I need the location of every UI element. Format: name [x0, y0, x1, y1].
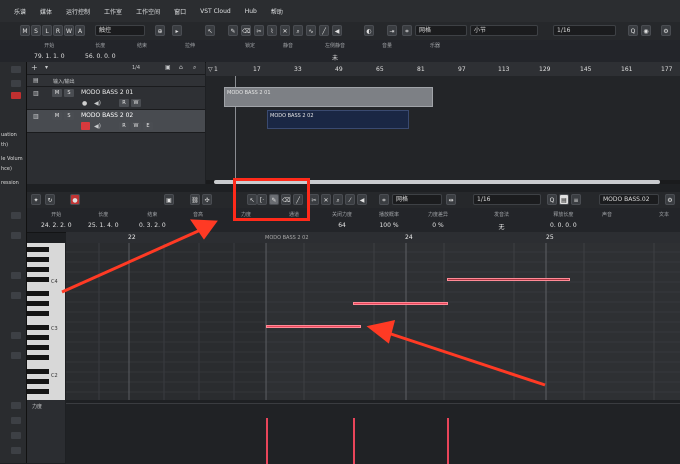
- annotation-arrows: [61, 219, 546, 387]
